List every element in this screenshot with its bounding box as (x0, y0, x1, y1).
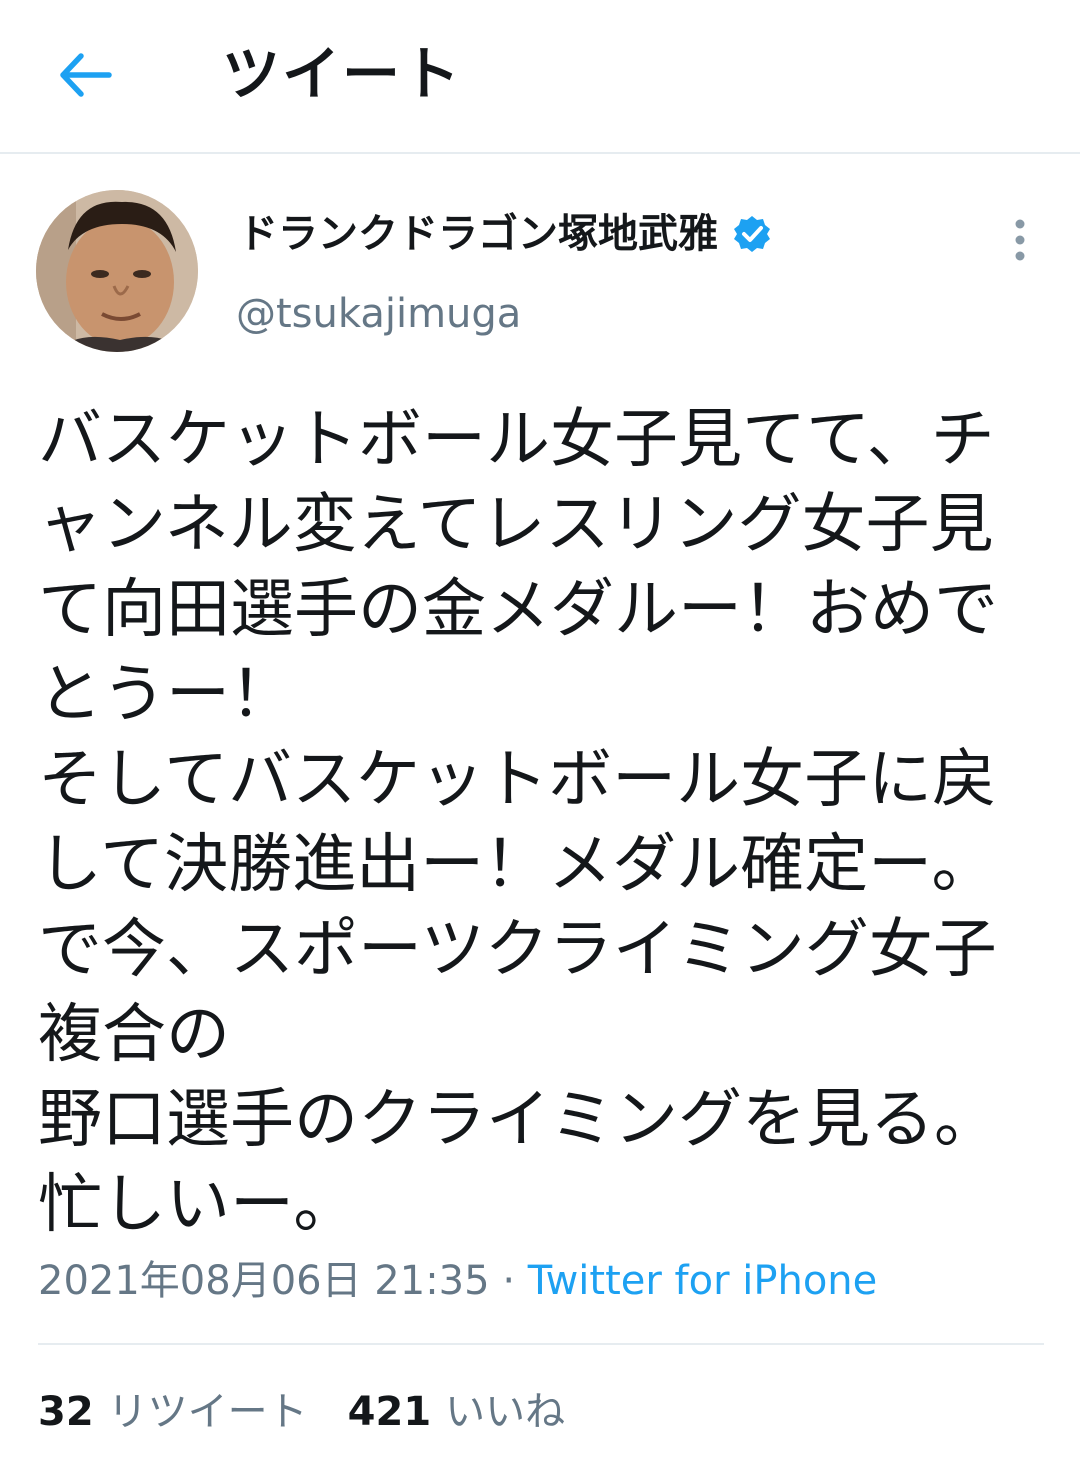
retweets-count: 32 (38, 1389, 94, 1435)
arrow-left-icon (60, 53, 112, 97)
top-bar: ツイート (0, 0, 1080, 154)
avatar-image (36, 190, 198, 352)
retweets-stat[interactable]: 32 リツイート (38, 1384, 308, 1440)
tweet-text-line: して決勝進出ー！メダル確定ー。 (38, 828, 996, 902)
author-display-name[interactable]: ドランクドラゴン塚地武雅 (238, 206, 718, 262)
likes-count: 421 (347, 1389, 432, 1435)
verified-badge-icon (734, 216, 770, 252)
tweet-text-line: で今、スポーツクライミング女子 (38, 913, 997, 987)
likes-label: いいね (445, 1389, 566, 1435)
retweets-label: リツイート (107, 1389, 308, 1435)
tweet-text: バスケットボール女子見てて、チ ャンネル変えてレスリング女子見 て向田選手の金メ… (38, 398, 1048, 1248)
tweet-text-line: 野口選手のクライミングを見る。 (38, 1083, 998, 1157)
back-button[interactable] (50, 40, 120, 110)
tweet-text-line: そしてバスケットボール女子に戻 (38, 743, 997, 817)
tweet-text-line: 忙しいー。 (38, 1168, 358, 1242)
tweet-meta: 2021年08月06日 21:35 · Twitter for iPhone (38, 1254, 877, 1308)
tweet-text-line: ャンネル変えてレスリング女子見 (38, 488, 994, 562)
more-vertical-icon (1015, 219, 1025, 261)
more-options-button[interactable] (1000, 212, 1040, 268)
author-handle[interactable]: @tsukajimuga (236, 288, 521, 340)
tweet-stats: 32 リツイート 421 いいね (38, 1384, 605, 1440)
avatar[interactable] (36, 190, 198, 352)
tweet-text-line: て向田選手の金メダルー！おめで (38, 573, 998, 647)
tweet-text-line: とうー！ (38, 658, 294, 732)
page-title: ツイート (222, 40, 463, 108)
tweet-text-line: バスケットボール女子見てて、チ (38, 403, 995, 477)
author-name-row[interactable]: ドランクドラゴン塚地武雅 (238, 206, 772, 262)
divider (38, 1343, 1044, 1345)
tweet-text-line: 複合の (38, 998, 230, 1072)
tweet-timestamp[interactable]: 2021年08月06日 21:35 (38, 1258, 490, 1304)
likes-stat[interactable]: 421 いいね (348, 1384, 566, 1440)
meta-separator: · (502, 1258, 516, 1304)
tweet-source-link[interactable]: Twitter for iPhone (528, 1258, 878, 1304)
